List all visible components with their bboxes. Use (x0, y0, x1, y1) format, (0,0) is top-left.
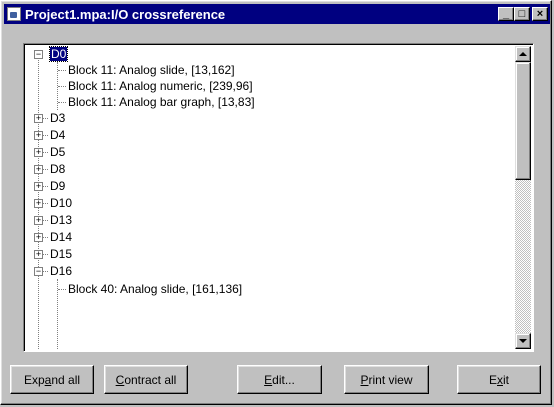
title-bar[interactable]: Project1.mpa:I/O crossreference _ □ × (4, 4, 550, 24)
maximize-icon: □ (518, 7, 526, 20)
maximize-button[interactable]: □ (514, 7, 530, 21)
connector (43, 186, 48, 187)
edit-label-a: E (264, 372, 273, 387)
scroll-up-button[interactable] (515, 46, 531, 62)
collapse-icon[interactable]: − (34, 267, 43, 276)
tree-node[interactable]: D13 (50, 212, 72, 228)
connector (43, 135, 48, 136)
connector (43, 237, 48, 238)
scroll-down-button[interactable] (515, 333, 531, 349)
connector (43, 203, 48, 204)
connector (43, 169, 48, 170)
expand-icon[interactable]: + (34, 233, 43, 242)
arrow-up-icon (519, 51, 527, 56)
expand-icon[interactable]: + (34, 131, 43, 140)
tree-node[interactable]: D9 (50, 178, 65, 194)
arrow-down-icon (519, 338, 527, 343)
expand-all-label-c: nd all (51, 372, 81, 387)
expand-icon[interactable]: + (34, 216, 43, 225)
tree-node[interactable]: D15 (50, 246, 72, 262)
connector (58, 102, 66, 103)
expand-icon[interactable]: + (34, 165, 43, 174)
tree-leaf[interactable]: Block 11: Analog bar graph, [13,83] (68, 94, 255, 110)
close-icon: × (536, 7, 544, 20)
minimize-icon: _ (502, 7, 510, 20)
tree-view[interactable]: − D0 Block 11: Analog slide, [13,162] Bl… (23, 43, 534, 352)
contract-all-label-b: ontract all (124, 372, 177, 387)
tree-leaf[interactable]: Block 11: Analog slide, [13,162] (68, 62, 235, 78)
contract-all-button[interactable]: Contract all (104, 365, 188, 394)
expand-icon[interactable]: + (34, 114, 43, 123)
print-view-label-a: P (360, 372, 369, 387)
close-button[interactable]: × (532, 7, 548, 21)
expand-icon[interactable]: + (34, 199, 43, 208)
tree-node-d0[interactable]: D0 (48, 46, 69, 62)
exit-button[interactable]: Ex it (457, 365, 541, 394)
collapse-icon[interactable]: − (34, 50, 43, 59)
tree-node[interactable]: D14 (50, 229, 72, 245)
window-title: Project1.mpa:I/O crossreference (25, 6, 226, 22)
connector (43, 152, 48, 153)
connector (43, 118, 48, 119)
connector (43, 254, 48, 255)
tree-node[interactable]: D10 (50, 195, 72, 211)
connector (58, 86, 66, 87)
io-crossreference-window: Project1.mpa:I/O crossreference _ □ × − … (0, 0, 552, 405)
expand-icon[interactable]: + (34, 148, 43, 157)
print-view-button[interactable]: Print view (344, 365, 429, 394)
expand-all-button[interactable]: Exp a nd all (10, 365, 94, 394)
tree-leaf[interactable]: Block 40: Analog slide, [161,136] (68, 281, 242, 297)
tree-leaf[interactable]: Block 11: Analog numeric, [239,96] (68, 78, 253, 94)
expand-icon[interactable]: + (34, 182, 43, 191)
minimize-button[interactable]: _ (498, 7, 514, 21)
app-icon[interactable] (7, 7, 21, 21)
connector (58, 289, 66, 290)
connector (43, 220, 48, 221)
tree-content: − D0 Block 11: Analog slide, [13,162] Bl… (26, 46, 515, 349)
expand-icon[interactable]: + (34, 250, 43, 259)
exit-label-c: it (503, 372, 509, 387)
tree-node[interactable]: D3 (50, 110, 65, 126)
tree-node-d16[interactable]: D16 (50, 263, 72, 279)
expand-all-label-a: Exp (23, 372, 45, 387)
edit-button[interactable]: Edit... (237, 365, 322, 394)
print-view-label-b: rint view (368, 372, 413, 387)
connector (58, 70, 66, 71)
scroll-thumb[interactable] (515, 62, 531, 180)
vertical-scrollbar[interactable] (515, 46, 531, 349)
exit-label-a: E (488, 372, 497, 387)
contract-all-label-a: C (115, 372, 125, 387)
expand-all-label-b: a (44, 372, 52, 387)
tree-node[interactable]: D5 (50, 144, 65, 160)
tree-node[interactable]: D4 (50, 127, 65, 143)
edit-label-b: dit... (272, 372, 295, 387)
tree-node[interactable]: D8 (50, 161, 65, 177)
connector (43, 271, 48, 272)
